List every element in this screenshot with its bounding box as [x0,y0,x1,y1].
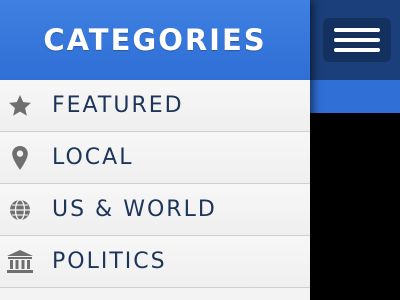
drawer-header: CATEGORIES [0,0,310,80]
menu-item-label: LOCAL [52,145,134,170]
drawer-title: CATEGORIES [43,23,267,57]
menu-item-featured[interactable]: FEATURED [0,80,310,132]
content-header-strip [310,80,400,113]
location-pin-icon [0,132,40,183]
globe-icon [0,184,40,235]
menu-item-us-world[interactable]: US & WORLD [0,184,310,236]
menu-item-local[interactable]: LOCAL [0,132,310,184]
menu-toggle-button[interactable] [323,18,391,62]
star-icon [0,80,40,131]
government-building-icon [0,236,40,287]
menu-item-politics[interactable]: POLITICS [0,236,310,288]
menu-item-label: POLITICS [52,249,167,274]
category-drawer: CATEGORIES FEATURED LOCAL US & WORLD POL… [0,0,310,300]
hamburger-menu-icon [334,28,380,52]
menu-item-label: FEATURED [52,93,184,118]
menu-item-label: US & WORLD [52,197,217,222]
